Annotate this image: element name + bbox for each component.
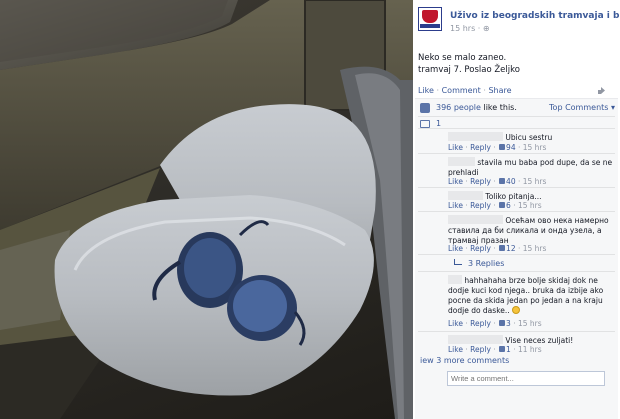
comment-text: Ubicu sestru bbox=[505, 133, 553, 142]
comment-item: Vise neces zuljati! Like · Reply · 1 · 1… bbox=[418, 331, 615, 355]
view-more-comments-link[interactable]: iew 3 more comments bbox=[420, 356, 509, 365]
comment-time[interactable]: 15 hrs bbox=[523, 244, 547, 253]
commenter-name[interactable] bbox=[448, 157, 475, 166]
commenter-name[interactable] bbox=[448, 275, 462, 284]
comment-body: Ubicu sestru bbox=[448, 132, 615, 143]
thumbs-up-icon bbox=[499, 202, 506, 208]
comment-reply-link[interactable]: Reply bbox=[470, 143, 491, 152]
commenter-name[interactable] bbox=[448, 335, 503, 344]
commenter-name[interactable] bbox=[448, 191, 483, 200]
post-message-line1: Neko se malo zaneo. bbox=[418, 53, 507, 63]
comment-time[interactable]: 15 hrs bbox=[518, 201, 542, 210]
likes-suffix: like this. bbox=[483, 103, 517, 112]
top-comments-dropdown[interactable]: Top Comments ▾ bbox=[549, 103, 615, 112]
smiley-emoji-icon bbox=[512, 306, 521, 314]
replies-label[interactable]: 3 Replies bbox=[468, 259, 504, 268]
comment-meta: Like · Reply · 6 · 15 hrs bbox=[448, 201, 542, 210]
caret-down-icon: ▾ bbox=[610, 103, 615, 112]
comment-likes-count[interactable]: 12 bbox=[506, 244, 516, 253]
comment-text: Vise neces zuljati! bbox=[505, 336, 574, 345]
comment-meta: Like · Reply · 94 · 15 hrs bbox=[448, 143, 547, 152]
comment-link[interactable]: Comment bbox=[442, 86, 481, 95]
comment-like-link[interactable]: Like bbox=[448, 201, 463, 210]
comment-time[interactable]: 15 hrs bbox=[523, 177, 547, 186]
share-count-link[interactable]: 1 bbox=[436, 119, 441, 128]
post-actions: Like · Comment · Share bbox=[418, 86, 512, 95]
post-message-line2: tramvaj 7. Poslao Željko bbox=[418, 65, 520, 75]
comment-reply-link[interactable]: Reply bbox=[470, 177, 491, 186]
tram-seat-photo bbox=[0, 0, 413, 419]
comment-body: hahhahaha brze bolje skidaj dok ne dodje… bbox=[448, 275, 615, 316]
likes-row: 396 people like this. Top Comments ▾ bbox=[418, 102, 615, 114]
comment-body: Осећам ово нека намерно ставила да би сл… bbox=[448, 215, 615, 246]
write-comment-input[interactable] bbox=[447, 371, 605, 386]
comment-reply-link[interactable]: Reply bbox=[470, 201, 491, 210]
thumbs-up-icon bbox=[499, 346, 506, 352]
reply-arrow-icon bbox=[454, 259, 462, 265]
post-timestamp[interactable]: 15 hrs bbox=[450, 24, 475, 33]
comment-likes-count[interactable]: 94 bbox=[506, 143, 516, 152]
comment-likes-count[interactable]: 1 bbox=[506, 345, 511, 354]
comment-likes-count[interactable]: 6 bbox=[506, 201, 511, 210]
comment-time[interactable]: 15 hrs bbox=[518, 319, 542, 328]
likes-count-link[interactable]: 396 people bbox=[436, 103, 481, 112]
comment-likes-count[interactable]: 40 bbox=[506, 177, 516, 186]
like-link[interactable]: Like bbox=[418, 86, 434, 95]
thumbs-up-icon bbox=[499, 245, 506, 251]
comment-reply-link[interactable]: Reply bbox=[470, 345, 491, 354]
globe-icon: · ⊕ bbox=[477, 24, 490, 33]
comment-item: hahhahaha brze bolje skidaj dok ne dodje… bbox=[418, 271, 615, 331]
commenter-name[interactable] bbox=[448, 215, 503, 224]
comment-like-link[interactable]: Like bbox=[448, 244, 463, 253]
comment-body: stavila mu baba pod dupe, da se ne prehl… bbox=[448, 157, 615, 178]
post-photo[interactable] bbox=[0, 0, 413, 419]
comment-time[interactable]: 11 hrs bbox=[518, 345, 542, 354]
share-count-icon bbox=[420, 120, 430, 128]
comment-like-link[interactable]: Like bbox=[448, 143, 463, 152]
comment-meta: Like · Reply · 1 · 11 hrs bbox=[448, 345, 542, 354]
post-header: Uživo iz beogradskih tramvaja i buseva 1… bbox=[418, 7, 620, 41]
share-link[interactable]: Share bbox=[488, 86, 511, 95]
comment-likes-count[interactable]: 3 bbox=[506, 319, 511, 328]
comment-reply-link[interactable]: Reply bbox=[470, 319, 491, 328]
thumbs-up-icon bbox=[420, 103, 430, 113]
comment-meta: Like · Reply · 12 · 15 hrs bbox=[448, 244, 547, 253]
page-name-link[interactable]: Uživo iz beogradskih tramvaja i buseva bbox=[450, 11, 620, 21]
comment-like-link[interactable]: Like bbox=[448, 345, 463, 354]
shares-row: 1 bbox=[418, 116, 615, 128]
comment-like-link[interactable]: Like bbox=[448, 319, 463, 328]
thumbs-up-icon bbox=[499, 144, 506, 150]
comment-item: Toliko pitanja... Like · Reply · 6 · 15 … bbox=[418, 187, 615, 211]
post-message: Neko se malo zaneo. tramvaj 7. Poslao Že… bbox=[418, 52, 614, 76]
post-panel: Uživo iz beogradskih tramvaja i buseva 1… bbox=[413, 0, 620, 419]
replies-toggle[interactable]: 3 Replies bbox=[418, 254, 615, 268]
comment-item: Осећам ово нека намерно ставила да би сл… bbox=[418, 211, 615, 254]
page-avatar[interactable] bbox=[418, 7, 442, 31]
top-comments-label: Top Comments bbox=[549, 103, 609, 112]
comment-text: hahhahaha brze bolje skidaj dok ne dodje… bbox=[448, 276, 604, 315]
share-icon[interactable] bbox=[597, 86, 606, 95]
comment-meta: Like · Reply · 40 · 15 hrs bbox=[448, 177, 547, 186]
comment-item: Ubicu sestru Like · Reply · 94 · 15 hrs bbox=[418, 128, 615, 153]
likes-summary: 396 people like this. bbox=[436, 103, 517, 112]
comment-meta: Like · Reply · 3 · 15 hrs bbox=[448, 319, 542, 328]
thumbs-up-icon bbox=[499, 320, 506, 326]
feedback-section: 396 people like this. Top Comments ▾ 1 U… bbox=[415, 98, 618, 419]
comment-text: Toliko pitanja... bbox=[485, 192, 542, 201]
comment-time[interactable]: 15 hrs bbox=[523, 143, 547, 152]
commenter-name[interactable] bbox=[448, 132, 503, 141]
thumbs-up-icon bbox=[499, 178, 506, 184]
comment-reply-link[interactable]: Reply bbox=[470, 244, 491, 253]
comment-item: stavila mu baba pod dupe, da se ne prehl… bbox=[418, 153, 615, 187]
comment-like-link[interactable]: Like bbox=[448, 177, 463, 186]
post-time[interactable]: 15 hrs · ⊕ bbox=[450, 24, 490, 33]
